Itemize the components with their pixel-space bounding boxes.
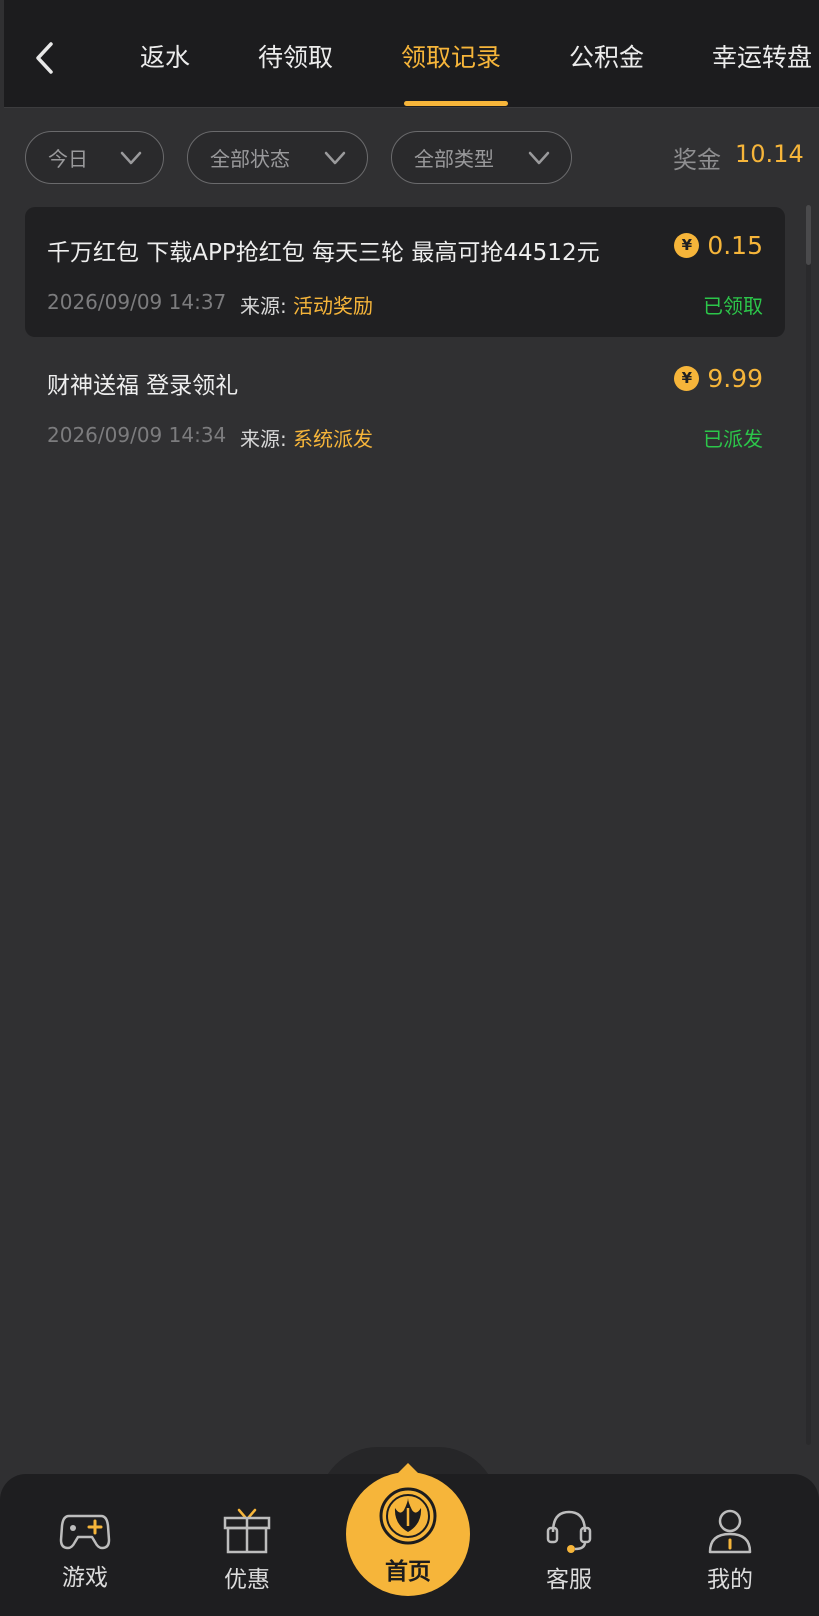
date-filter-dropdown[interactable]: 今日 xyxy=(25,131,164,184)
nav-label-profile: 我的 xyxy=(707,1567,753,1593)
tab-pending[interactable]: 待领取 xyxy=(258,36,333,80)
chevron-down-icon xyxy=(528,151,550,165)
nav-label-customer-service: 客服 xyxy=(546,1567,592,1593)
record-source: 活动奖励 xyxy=(293,294,373,318)
bonus-total-value: 10.14 xyxy=(735,140,804,168)
record-title: 千万红包 下载APP抢红包 每天三轮 最高可抢44512元 xyxy=(47,240,600,266)
back-button[interactable] xyxy=(22,36,66,80)
nav-item-customer-service[interactable]: 客服 xyxy=(519,1506,619,1594)
record-source-label: 来源: xyxy=(240,294,287,318)
record-time: 2026/09/09 14:34 xyxy=(47,423,227,447)
date-filter-label: 今日 xyxy=(48,147,88,171)
scrollbar[interactable] xyxy=(806,205,811,1445)
record-item[interactable]: 财神送福 登录领礼 ¥ 9.99 2026/09/09 14:34 来源: 系统… xyxy=(25,340,785,470)
tab-rebate[interactable]: 返水 xyxy=(140,36,190,80)
gamepad-icon xyxy=(59,1514,111,1550)
nav-item-profile[interactable]: 我的 xyxy=(680,1506,780,1594)
record-amount: ¥ 0.15 xyxy=(674,231,763,260)
coin-icon: ¥ xyxy=(674,366,700,391)
record-status: 已领取 xyxy=(703,294,763,318)
user-icon xyxy=(708,1509,752,1554)
nav-label-promotions: 优惠 xyxy=(224,1567,270,1593)
gift-icon xyxy=(223,1508,271,1554)
nav-label-home: 首页 xyxy=(385,1559,431,1585)
record-title: 财神送福 登录领礼 xyxy=(47,373,239,399)
type-filter-dropdown[interactable]: 全部类型 xyxy=(391,131,572,184)
status-filter-dropdown[interactable]: 全部状态 xyxy=(187,131,368,184)
record-amount: ¥ 9.99 xyxy=(674,364,763,393)
type-filter-label: 全部类型 xyxy=(414,147,494,171)
chevron-left-icon xyxy=(36,42,53,74)
home-logo-icon xyxy=(379,1487,437,1545)
record-status: 已派发 xyxy=(703,427,763,451)
top-tab-bar: 返水 待领取 领取记录 公积金 幸运转盘 xyxy=(4,0,819,108)
status-filter-label: 全部状态 xyxy=(210,147,290,171)
record-amount-value: 0.15 xyxy=(707,231,763,260)
chevron-down-icon xyxy=(120,151,142,165)
coin-icon: ¥ xyxy=(674,233,700,258)
nav-label-games: 游戏 xyxy=(62,1565,108,1591)
record-source-label: 来源: xyxy=(240,427,287,451)
tab-lucky-wheel[interactable]: 幸运转盘 xyxy=(712,36,812,80)
headset-icon xyxy=(546,1510,592,1553)
nav-item-promotions[interactable]: 优惠 xyxy=(197,1506,297,1594)
nav-item-games[interactable]: 游戏 xyxy=(35,1506,135,1592)
bonus-total-label: 奖金 xyxy=(673,146,721,174)
scrollbar-thumb[interactable] xyxy=(806,205,811,265)
tab-provident-fund[interactable]: 公积金 xyxy=(569,36,644,80)
record-source: 系统派发 xyxy=(293,427,373,451)
tab-claim-records[interactable]: 领取记录 xyxy=(401,36,501,80)
record-time: 2026/09/09 14:37 xyxy=(47,290,227,314)
record-amount-value: 9.99 xyxy=(707,364,763,393)
nav-item-home[interactable]: 首页 xyxy=(346,1472,470,1596)
page: 返水 待领取 领取记录 公积金 幸运转盘 今日 全部状态 全部类型 奖金 10.… xyxy=(0,0,819,1616)
active-tab-indicator xyxy=(404,101,508,106)
record-item[interactable]: 千万红包 下载APP抢红包 每天三轮 最高可抢44512元 ¥ 0.15 202… xyxy=(25,207,785,337)
chevron-down-icon xyxy=(324,151,346,165)
